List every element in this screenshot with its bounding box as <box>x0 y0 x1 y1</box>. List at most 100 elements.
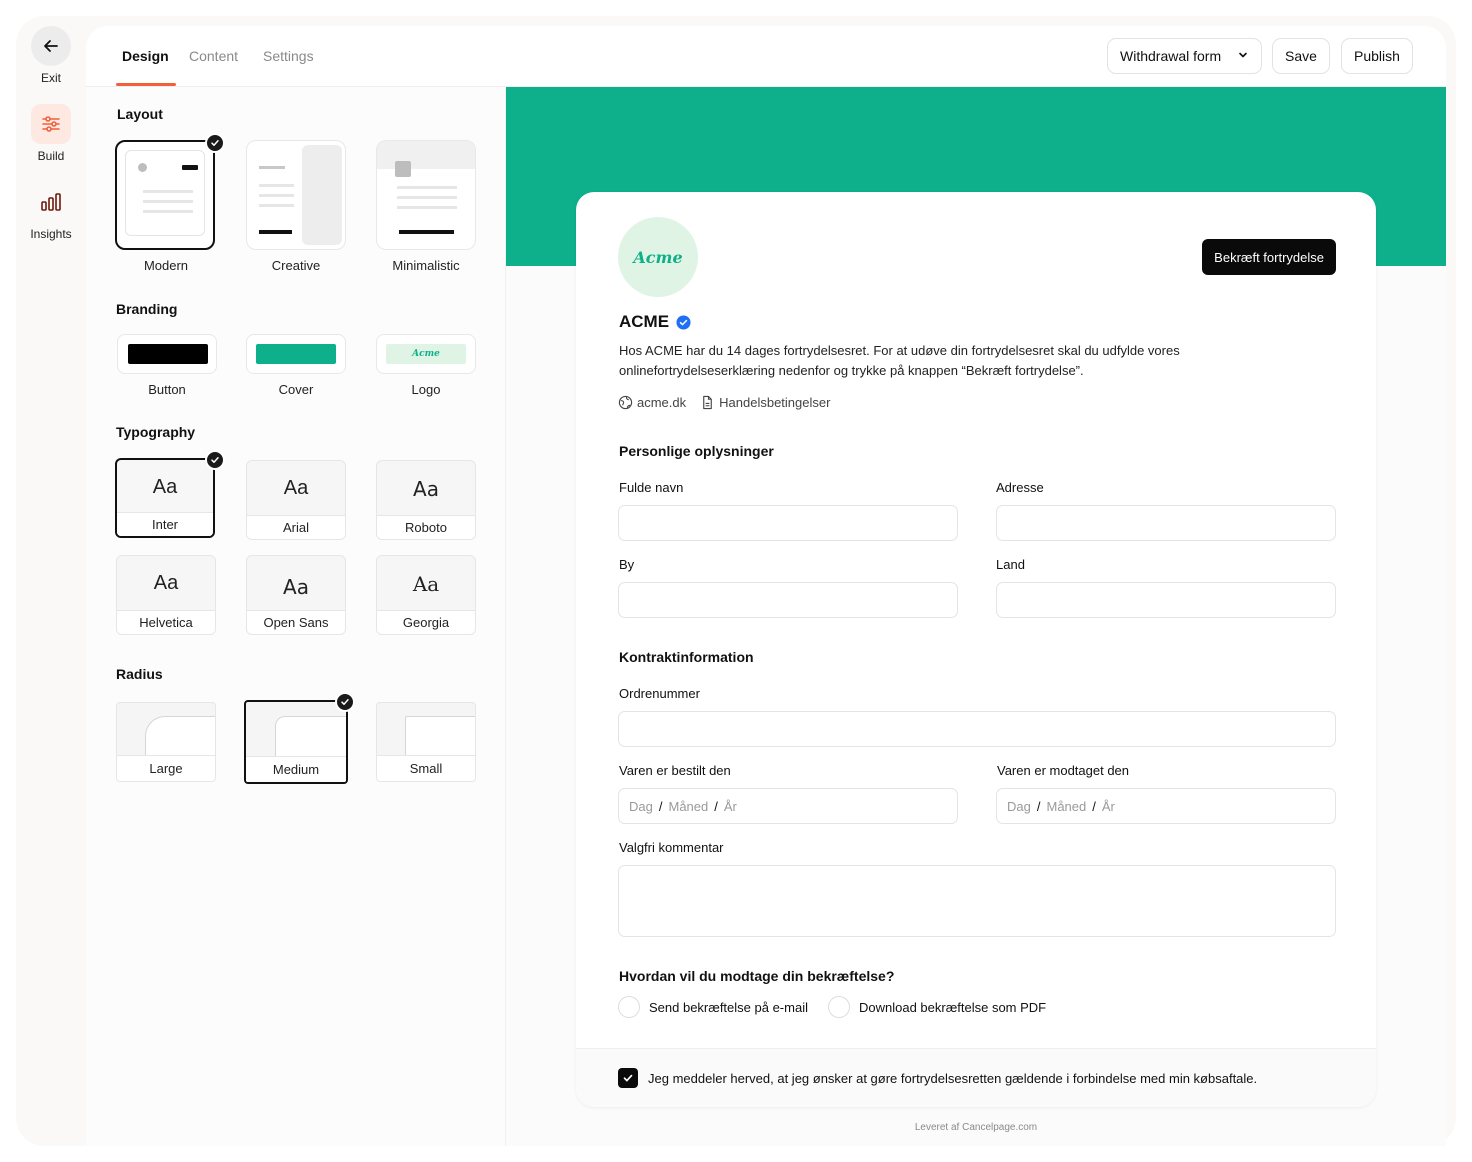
full-name-input[interactable] <box>618 505 958 541</box>
date-separator: / <box>658 798 663 814</box>
editor: Design Content Settings Withdrawal form … <box>86 26 1446 1146</box>
top-bar: Design Content Settings Withdrawal form … <box>86 26 1446 87</box>
branding-label-logo: Logo <box>411 382 441 397</box>
insights-label: Insights <box>30 227 72 241</box>
terms-link[interactable]: Handelsbetingelser <box>700 395 830 410</box>
confirm-withdrawal-button[interactable]: Bekræft fortrydelse <box>1202 239 1336 275</box>
day-placeholder: Dag <box>629 798 653 814</box>
radio-email[interactable] <box>618 996 640 1018</box>
consent-checkbox[interactable] <box>618 1068 638 1088</box>
check-icon <box>205 133 225 153</box>
radius-name: Large <box>117 755 215 781</box>
globe-icon <box>618 395 637 410</box>
day-placeholder: Dag <box>1007 798 1031 814</box>
radius-name: Small <box>377 755 475 781</box>
layout-modern-thumb <box>125 150 205 236</box>
branding-option-logo[interactable]: Acme <box>376 334 476 374</box>
insights-button[interactable]: Insights <box>16 182 86 241</box>
font-sample: Aa <box>283 477 309 499</box>
branding-option-button[interactable] <box>117 334 217 374</box>
design-panel: Layout Modern Creative Minimalistic Bran… <box>86 87 506 1146</box>
active-tab-indicator <box>116 83 176 86</box>
address-label: Adresse <box>996 480 1044 495</box>
radius-option-large[interactable]: Large <box>116 702 216 782</box>
receipt-options: Send bekræftelse på e-mail Download bekr… <box>618 996 1046 1018</box>
font-option-helvetica[interactable]: Aa Helvetica <box>116 555 216 635</box>
order-number-label: Ordrenummer <box>619 686 700 701</box>
font-option-inter[interactable]: Aa Inter <box>115 458 215 538</box>
comment-textarea[interactable] <box>618 865 1336 937</box>
ordered-on-label: Varen er bestilt den <box>619 763 731 778</box>
form-select[interactable]: Withdrawal form <box>1107 38 1262 74</box>
radius-option-small[interactable]: Small <box>376 702 476 782</box>
year-placeholder: År <box>723 798 737 814</box>
tab-content[interactable]: Content <box>189 48 238 64</box>
received-on-date-input[interactable]: Dag / Måned / År <box>996 788 1336 824</box>
font-option-open-sans[interactable]: Aa Open Sans <box>246 555 346 635</box>
check-icon <box>335 692 355 712</box>
layout-option-minimalistic[interactable] <box>376 140 476 250</box>
tab-design[interactable]: Design <box>122 48 169 64</box>
website-text: acme.dk <box>637 395 687 410</box>
layout-label-modern: Modern <box>143 258 189 273</box>
branding-label-button: Button <box>148 382 186 397</box>
font-name: Arial <box>247 515 345 539</box>
chevron-down-icon <box>1237 48 1249 64</box>
check-icon <box>205 450 225 470</box>
layout-title: Layout <box>117 106 163 122</box>
font-name: Open Sans <box>247 610 345 634</box>
branding-label-cover: Cover <box>278 382 314 397</box>
exit-button[interactable]: Exit <box>16 26 86 85</box>
ordered-on-date-input[interactable]: Dag / Måned / År <box>618 788 958 824</box>
company-links: acme.dk Handelsbetingelser <box>618 395 844 410</box>
date-separator: / <box>1036 798 1041 814</box>
form-preview: Acme Bekræft fortrydelse ACME Hos ACME h… <box>506 87 1446 1146</box>
verified-badge-icon <box>676 314 691 330</box>
radio-pdf-label: Download bekræftelse som PDF <box>858 999 1047 1015</box>
font-name: Inter <box>117 512 213 536</box>
order-number-input[interactable] <box>618 711 1336 747</box>
country-input[interactable] <box>996 582 1336 618</box>
company-description: Hos ACME har du 14 dages fortrydelsesret… <box>619 343 1180 378</box>
font-sample: Aa <box>283 575 309 599</box>
button-color-swatch <box>128 344 208 364</box>
document-icon <box>700 395 719 410</box>
build-label: Build <box>37 149 65 163</box>
branding-option-cover[interactable] <box>246 334 346 374</box>
nav-rail: Exit Build Insights <box>16 16 86 1146</box>
website-link[interactable]: acme.dk <box>618 395 686 410</box>
layout-option-creative[interactable] <box>246 140 346 250</box>
address-input[interactable] <box>996 505 1336 541</box>
bar-chart-icon <box>31 182 71 222</box>
radio-email-label: Send bekræftelse på e-mail <box>649 999 808 1015</box>
font-option-roboto[interactable]: Aa Roboto <box>376 460 476 540</box>
company-name-text: ACME <box>619 312 670 331</box>
font-sample: Aa <box>152 476 178 498</box>
font-name: Georgia <box>377 610 475 634</box>
city-input[interactable] <box>618 582 958 618</box>
year-placeholder: År <box>1101 798 1115 814</box>
build-button[interactable]: Build <box>16 104 86 163</box>
radio-pdf[interactable] <box>827 996 850 1018</box>
company-logo: Acme <box>618 217 698 297</box>
powered-by-footer: Leveret af Cancelpage.com <box>914 1122 1038 1133</box>
logo-swatch: Acme <box>386 344 466 364</box>
typography-title: Typography <box>116 424 196 440</box>
form-select-value: Withdrawal form <box>1120 48 1222 64</box>
font-name: Helvetica <box>117 610 215 634</box>
tab-settings[interactable]: Settings <box>263 48 314 64</box>
font-option-arial[interactable]: Aa Arial <box>246 460 346 540</box>
received-on-label: Varen er modtaget den <box>997 763 1130 778</box>
terms-text: Handelsbetingelser <box>719 395 831 410</box>
layout-option-modern[interactable] <box>115 140 215 250</box>
consent-row: Jeg meddeler herved, at jeg ønsker at gø… <box>576 1048 1376 1107</box>
font-sample: Aa <box>153 572 179 594</box>
publish-button[interactable]: Publish <box>1341 38 1413 74</box>
radius-option-medium[interactable]: Medium <box>244 700 348 784</box>
sliders-icon <box>31 104 71 144</box>
font-option-georgia[interactable]: Aa Georgia <box>376 555 476 635</box>
arrow-left-icon <box>31 26 71 66</box>
layout-label-creative: Creative <box>271 258 321 273</box>
save-button[interactable]: Save <box>1272 38 1330 74</box>
radius-title: Radius <box>116 666 163 682</box>
